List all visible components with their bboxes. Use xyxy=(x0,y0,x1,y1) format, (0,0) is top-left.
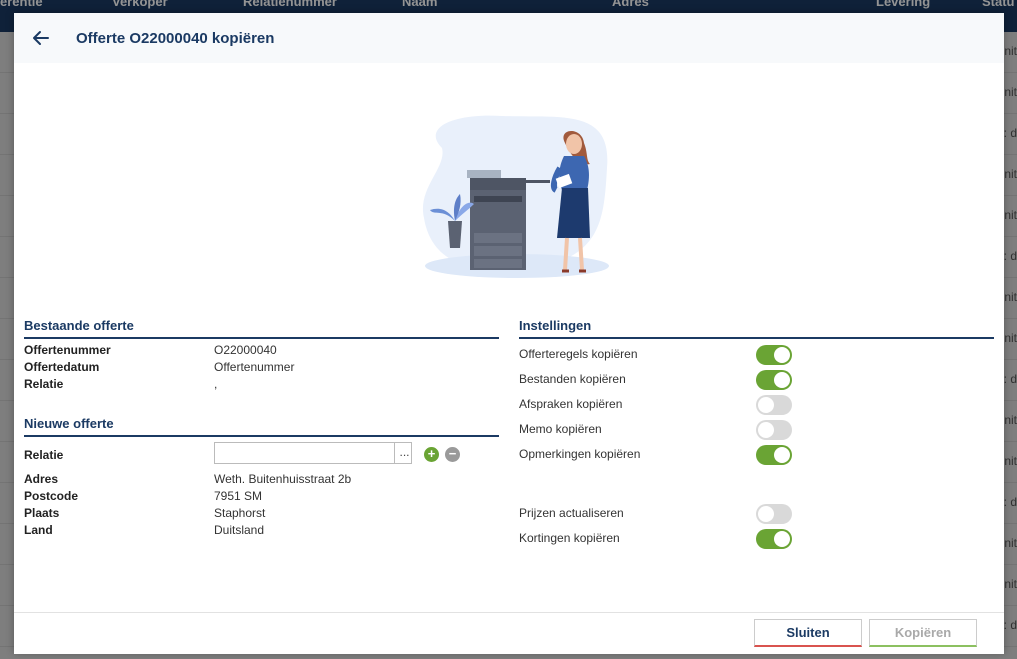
settings-section-title: Instellingen xyxy=(519,318,994,339)
city-label: Plaats xyxy=(24,506,60,520)
relation-lookup-button[interactable]: ... xyxy=(394,442,414,464)
toggle-knob xyxy=(774,372,790,388)
new-quote-section-title: Nieuwe offerte xyxy=(24,416,499,437)
relation-input[interactable] xyxy=(214,442,412,464)
dialog-header: Offerte O22000040 kopiëren xyxy=(14,13,1004,63)
setting-label-opmerkingen: Opmerkingen kopiëren xyxy=(519,447,641,461)
toggle-bestanden[interactable] xyxy=(756,370,792,390)
add-relation-icon[interactable]: + xyxy=(424,447,439,462)
existing-relation-label: Relatie xyxy=(24,377,64,391)
toggle-prijzen[interactable] xyxy=(756,504,792,524)
toggle-knob xyxy=(758,397,774,413)
existing-relation-value: , xyxy=(214,377,218,391)
quote-date-label: Offertedatum xyxy=(24,360,100,374)
copier-illustration xyxy=(412,108,622,280)
toggle-knob xyxy=(774,347,790,363)
address-label: Adres xyxy=(24,472,59,486)
setting-label-prijzen: Prijzen actualiseren xyxy=(519,506,624,520)
quote-number-value: O22000040 xyxy=(214,343,277,357)
quote-number-label: Offertenummer xyxy=(24,343,111,357)
country-label: Land xyxy=(24,523,53,537)
copy-button[interactable]: Kopiëren xyxy=(869,619,977,647)
toggle-knob xyxy=(758,422,774,438)
toggle-knob xyxy=(774,531,790,547)
close-button[interactable]: Sluiten xyxy=(754,619,862,647)
toggle-kortingen[interactable] xyxy=(756,529,792,549)
country-value: Duitsland xyxy=(214,523,265,537)
back-arrow-icon[interactable] xyxy=(30,27,52,49)
toggle-knob xyxy=(774,447,790,463)
postcode-label: Postcode xyxy=(24,489,79,503)
new-relation-label: Relatie xyxy=(24,448,64,462)
city-value: Staphorst xyxy=(214,506,266,520)
remove-relation-icon[interactable]: − xyxy=(445,447,460,462)
postcode-value: 7951 SM xyxy=(214,489,263,503)
toggle-knob xyxy=(758,506,774,522)
setting-label-bestanden: Bestanden kopiëren xyxy=(519,372,626,386)
toggle-opmerkingen[interactable] xyxy=(756,445,792,465)
copy-quote-dialog: Offerte O22000040 kopiëren Bestaande off… xyxy=(14,13,1004,654)
dialog-footer: Sluiten Kopiëren xyxy=(14,612,1004,654)
quote-date-value: Offertenummer xyxy=(214,360,295,374)
setting-label-kortingen: Kortingen kopiëren xyxy=(519,531,620,545)
dialog-title: Offerte O22000040 kopiëren xyxy=(76,30,275,47)
toggle-afspraken[interactable] xyxy=(756,395,792,415)
address-value: Weth. Buitenhuisstraat 2b xyxy=(214,472,352,486)
setting-label-memo: Memo kopiëren xyxy=(519,422,602,436)
setting-label-afspraken: Afspraken kopiëren xyxy=(519,397,623,411)
existing-quote-section-title: Bestaande offerte xyxy=(24,318,499,339)
setting-label-offerteregels: Offerteregels kopiëren xyxy=(519,347,638,361)
toggle-offerteregels[interactable] xyxy=(756,345,792,365)
toggle-memo[interactable] xyxy=(756,420,792,440)
